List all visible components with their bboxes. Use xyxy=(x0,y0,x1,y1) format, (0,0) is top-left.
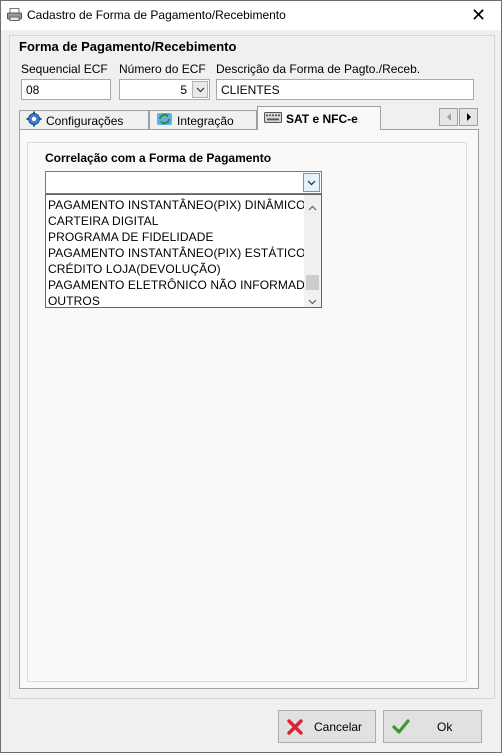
tab-configuracoes[interactable]: Configurações xyxy=(19,110,149,130)
keyboard-icon xyxy=(264,111,282,126)
correlacao-dropdown-list[interactable]: PAGAMENTO INSTANTÂNEO(PIX) DINÂMICO CART… xyxy=(45,194,322,308)
checkmark-icon xyxy=(392,719,410,738)
dropdown-option[interactable]: CARTEIRA DIGITAL xyxy=(48,213,159,229)
dropdown-option[interactable]: CRÉDITO LOJA(DEVOLUÇÃO) xyxy=(48,261,221,277)
section-title: Forma de Pagamento/Recebimento xyxy=(19,39,237,54)
arrow-right-icon xyxy=(466,113,471,121)
tab-scroll-left-button[interactable] xyxy=(439,108,458,126)
tab-integracao-label: Integração xyxy=(177,113,234,128)
scroll-thumb[interactable] xyxy=(306,275,319,290)
tab-strip: Configurações Integração SAT e NFC-e xyxy=(19,106,479,130)
close-button[interactable]: ✕ xyxy=(456,1,501,30)
chevron-down-icon xyxy=(307,180,316,185)
tab-configuracoes-label: Configurações xyxy=(46,113,124,128)
dropdown-option[interactable]: OUTROS xyxy=(48,293,100,307)
sequencial-ecf-field[interactable]: 08 xyxy=(21,79,111,100)
tab-sat-nfce[interactable]: SAT e NFC-e xyxy=(257,106,381,130)
numero-ecf-label: Número do ECF xyxy=(119,62,206,76)
sequencial-ecf-label: Sequencial ECF xyxy=(21,62,108,76)
numero-ecf-value: 5 xyxy=(180,83,187,97)
dropdown-option[interactable]: PAGAMENTO INSTANTÂNEO(PIX) DINÂMICO xyxy=(48,197,306,213)
ok-button-label: Ok xyxy=(437,720,453,734)
cancel-button[interactable]: Cancelar xyxy=(278,710,376,743)
chevron-down-icon xyxy=(196,87,204,92)
ok-button[interactable]: Ok xyxy=(383,710,482,743)
cancel-button-label: Cancelar xyxy=(314,720,363,734)
descricao-label: Descrição da Forma de Pagto./Receb. xyxy=(216,62,421,76)
numero-ecf-field[interactable]: 5 xyxy=(119,79,210,100)
cancel-x-icon xyxy=(287,719,303,738)
tab-integracao[interactable]: Integração xyxy=(149,110,257,130)
dropdown-option[interactable]: PROGRAMA DE FIDELIDADE xyxy=(48,229,214,245)
close-icon: ✕ xyxy=(470,5,487,25)
correlacao-combobox[interactable] xyxy=(45,171,322,194)
descricao-field[interactable]: CLIENTES xyxy=(216,79,474,100)
tab-sat-nfce-label: SAT e NFC-e xyxy=(286,111,358,126)
dropdown-scrollbar[interactable] xyxy=(304,195,321,307)
title-bar[interactable]: Cadastro de Forma de Pagamento/Recebimen… xyxy=(1,1,501,30)
scroll-up-icon[interactable] xyxy=(308,200,317,214)
correlacao-label: Correlação com a Forma de Pagamento xyxy=(45,151,272,165)
correlacao-dropdown-button[interactable] xyxy=(303,173,320,192)
gear-icon xyxy=(26,111,42,130)
numero-ecf-dropdown-button[interactable] xyxy=(192,81,208,98)
app-printer-icon xyxy=(7,8,22,21)
arrow-left-icon xyxy=(446,113,451,121)
window-title: Cadastro de Forma de Pagamento/Recebimen… xyxy=(27,8,286,22)
dropdown-option[interactable]: PAGAMENTO INSTANTÂNEO(PIX) ESTÁTICO xyxy=(48,245,306,261)
sync-icon xyxy=(156,111,173,130)
tab-scroll-right-button[interactable] xyxy=(459,108,478,126)
dropdown-option[interactable]: PAGAMENTO ELETRÔNICO NÃO INFORMADO xyxy=(48,277,314,293)
scroll-down-icon[interactable] xyxy=(308,294,317,307)
dialog-window: Cadastro de Forma de Pagamento/Recebimen… xyxy=(0,0,502,753)
